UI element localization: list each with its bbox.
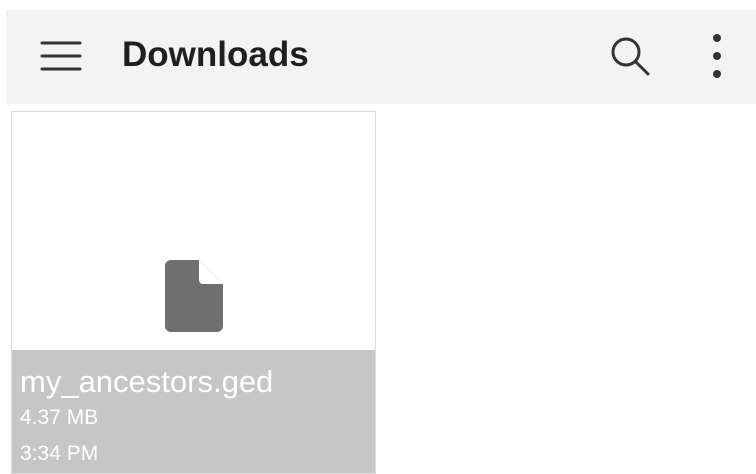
file-info-panel: my_ancestors.ged 4.37 MB 3:34 PM	[12, 350, 375, 473]
more-vertical-icon	[713, 34, 721, 78]
more-options-button[interactable]	[704, 32, 730, 80]
hamburger-menu-icon	[40, 41, 82, 71]
file-name: my_ancestors.ged	[20, 364, 274, 399]
file-preview	[12, 112, 375, 350]
file-size: 4.37 MB	[20, 406, 99, 429]
menu-button[interactable]	[40, 39, 82, 73]
file-card[interactable]: my_ancestors.ged 4.37 MB 3:34 PM	[11, 111, 376, 474]
document-icon	[165, 260, 223, 332]
search-button[interactable]	[608, 34, 652, 78]
page-title: Downloads	[122, 35, 309, 74]
top-app-bar: Downloads	[6, 10, 756, 104]
downloads-screen: Downloads my_ancestors.ged 4.37 MB 3:34 …	[0, 0, 756, 474]
file-time: 3:34 PM	[20, 442, 99, 465]
search-icon	[611, 37, 650, 76]
